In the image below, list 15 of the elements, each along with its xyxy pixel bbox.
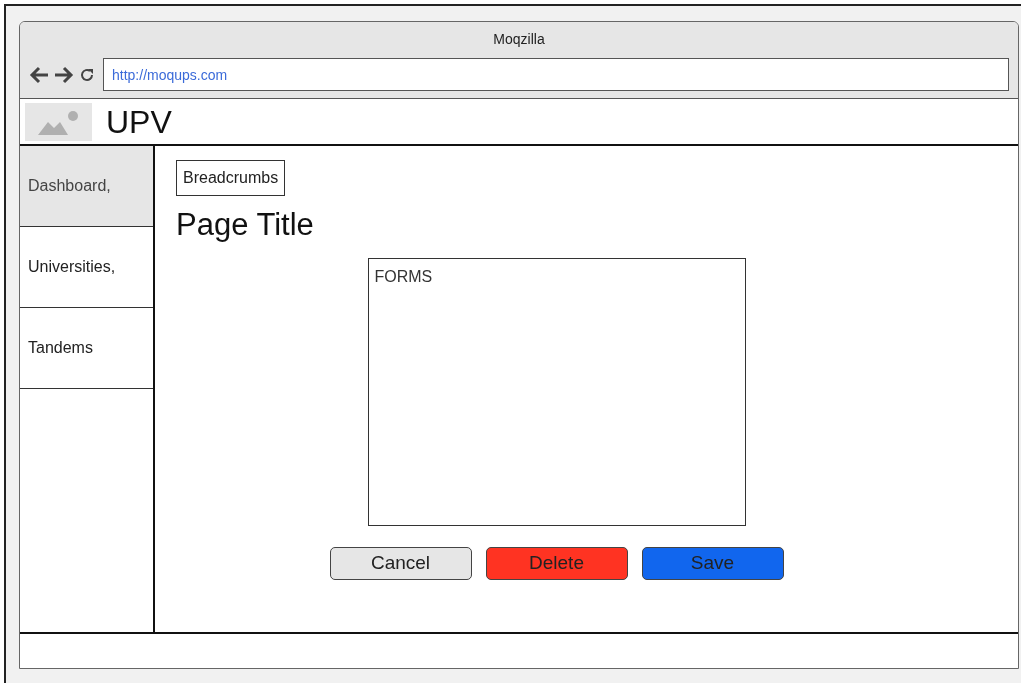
reload-icon[interactable] — [79, 66, 95, 83]
image-placeholder-icon — [25, 102, 92, 141]
breadcrumbs: Breadcrumbs — [176, 160, 286, 196]
sidebar-item[interactable]: Tandems — [20, 308, 153, 389]
page-title: Page Title — [176, 208, 315, 243]
brand-title: UPV — [106, 105, 172, 138]
back-icon[interactable] — [29, 65, 49, 84]
forward-icon[interactable] — [54, 65, 74, 84]
address-bar[interactable]: http://moqups.com — [103, 58, 1009, 91]
sidebar-item[interactable]: Dashboard, — [20, 146, 153, 227]
delete-button[interactable]: Delete — [485, 547, 628, 581]
sidebar-item[interactable]: Universities, — [20, 227, 153, 308]
form-panel: FORMS — [367, 258, 746, 527]
cancel-button[interactable]: Cancel — [329, 547, 472, 581]
window-title: Moqzilla — [492, 30, 546, 49]
